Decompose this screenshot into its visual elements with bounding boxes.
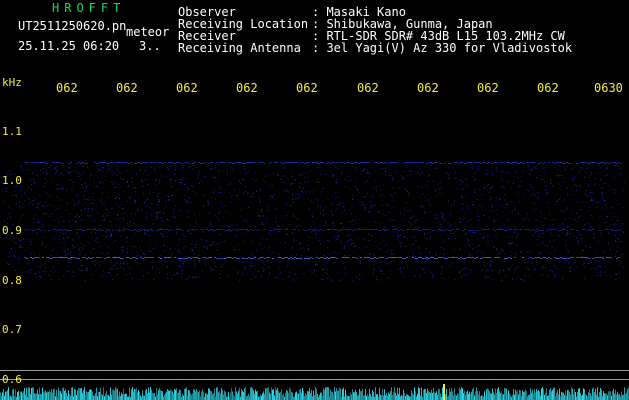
y-tick-label: 0.7 bbox=[2, 323, 22, 336]
baseline-line-lower bbox=[0, 379, 629, 380]
x-tick-label: 062 bbox=[417, 81, 439, 95]
spectrogram-plot bbox=[0, 162, 629, 400]
x-tick-label: 062 bbox=[477, 81, 499, 95]
x-tick-label: 062 bbox=[56, 81, 78, 95]
y-tick-label: 0.8 bbox=[2, 274, 22, 287]
y-tick-label: 1.0 bbox=[2, 174, 22, 187]
x-tick-label: 062 bbox=[537, 81, 559, 95]
x-tick-label: 062 bbox=[296, 81, 318, 95]
y-tick-label: 1.1 bbox=[2, 125, 22, 138]
detection-marker bbox=[443, 384, 445, 400]
bottom-noise-strip bbox=[0, 387, 629, 400]
x-tick-label: 062 bbox=[176, 81, 198, 95]
x-tick-label: 062 bbox=[357, 81, 379, 95]
signal-noise-layer bbox=[4, 162, 625, 281]
y-tick-label: 0.9 bbox=[2, 224, 22, 237]
y-tick-label: 0.6 bbox=[2, 373, 22, 386]
y-axis-unit: kHz bbox=[2, 76, 22, 89]
x-tick-label: 0630 bbox=[594, 81, 623, 95]
x-tick-label: 062 bbox=[116, 81, 138, 95]
baseline-line-upper bbox=[0, 370, 629, 371]
x-tick-label: 062 bbox=[236, 81, 258, 95]
